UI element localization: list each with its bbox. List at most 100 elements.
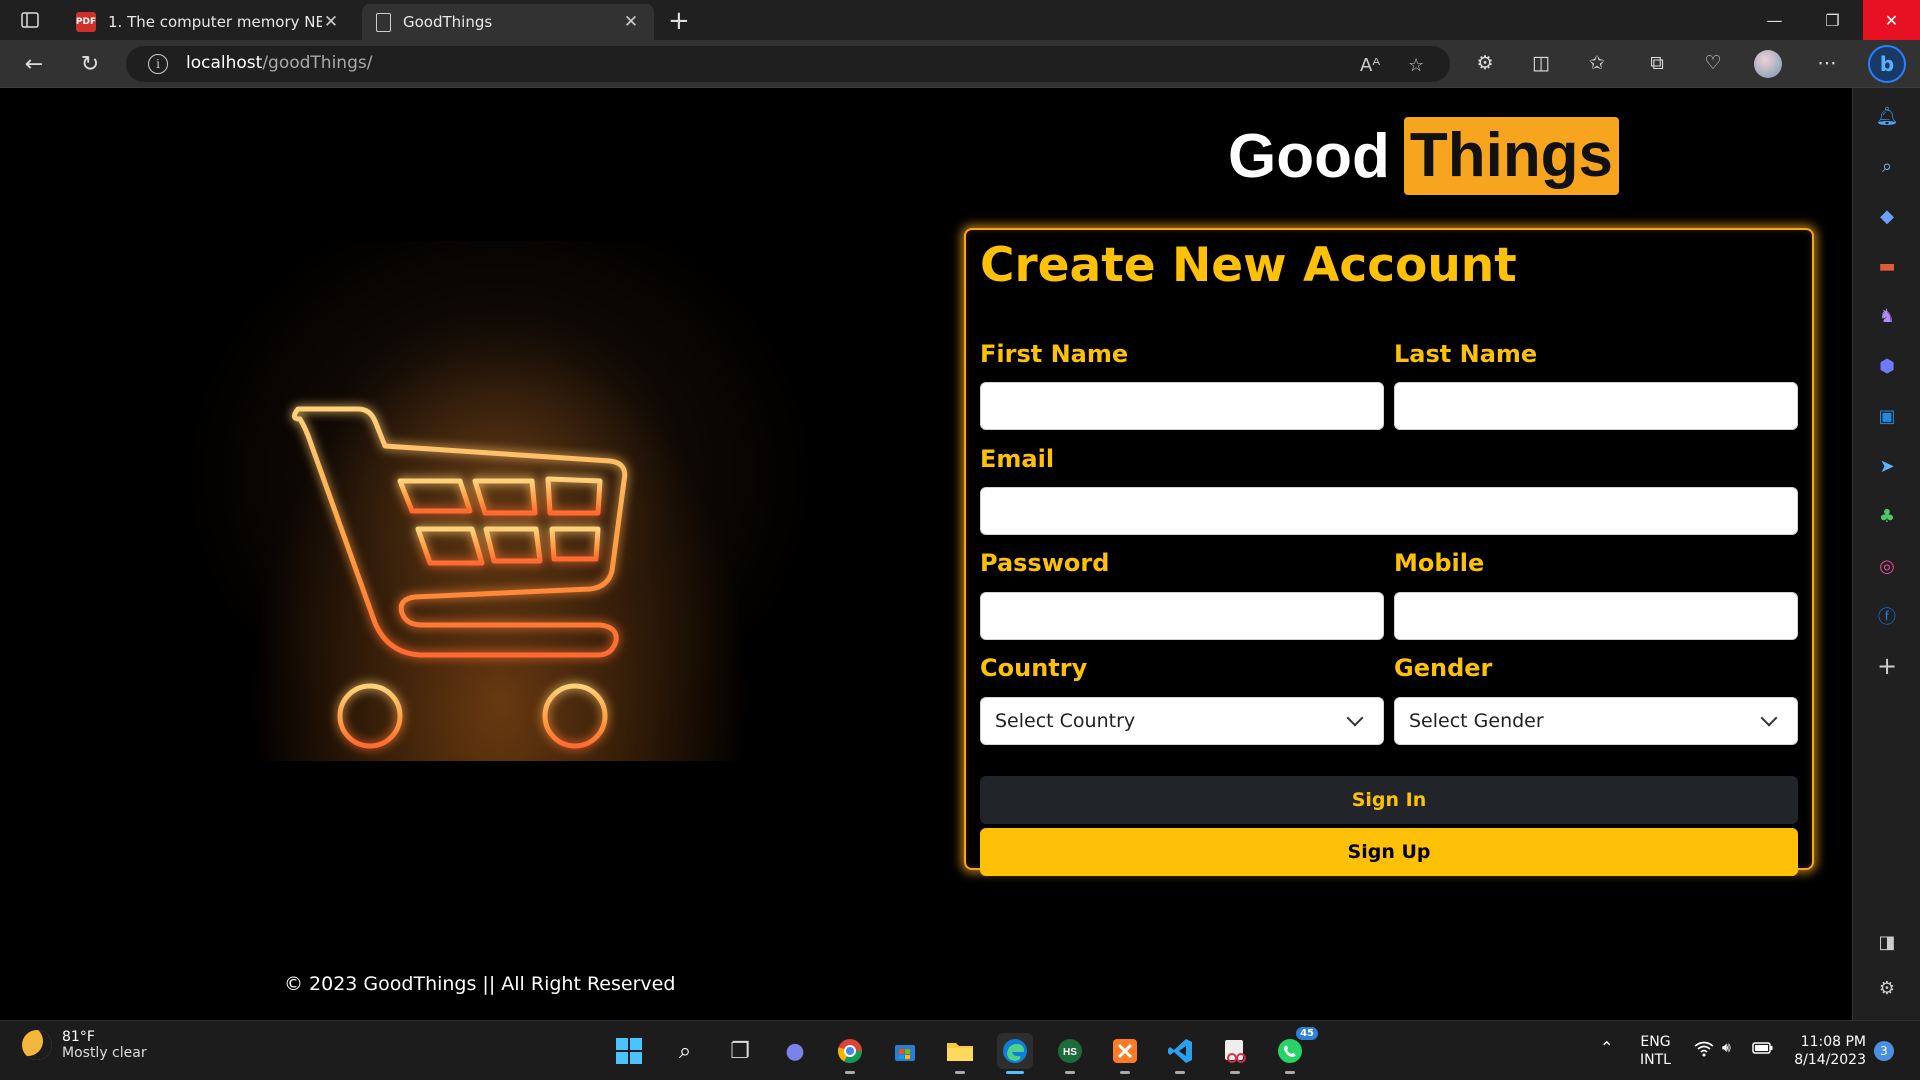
bing-copilot-icon[interactable]: b xyxy=(1868,45,1906,83)
email-label: Email xyxy=(980,445,1055,473)
close-tab-icon[interactable]: ✕ xyxy=(622,12,640,32)
sign-up-button[interactable]: Sign Up xyxy=(980,828,1798,876)
windows-start-icon[interactable] xyxy=(611,1033,647,1069)
show-hidden-icons-chevron-icon[interactable]: ⌃ xyxy=(1600,1039,1613,1057)
first-name-label: First Name xyxy=(980,340,1129,368)
password-label: Password xyxy=(980,549,1110,577)
outlook-icon[interactable]: ▣ xyxy=(1875,404,1899,428)
site-info-icon[interactable]: i xyxy=(148,54,168,74)
language-code: ENG xyxy=(1640,1034,1671,1050)
gender-select[interactable]: Select Gender xyxy=(1394,697,1798,745)
country-select-value: Select Country xyxy=(995,710,1136,732)
sign-in-button[interactable]: Sign In xyxy=(980,776,1798,824)
whatsapp-icon[interactable]: 45 xyxy=(1272,1027,1318,1074)
edge-sidebar: 🔔︎ ⌕ ◆ ▬ ♞ ⬢ ▣ ➤ ♣ ◎ ⓕ + ◨ ⚙ xyxy=(1852,88,1920,1020)
goodthings-logo: Good Things xyxy=(1228,117,1620,195)
hide-sidebar-icon[interactable]: ◨ xyxy=(1875,930,1899,954)
back-icon[interactable]: ← xyxy=(18,50,50,78)
hs-app-icon[interactable]: HS xyxy=(1052,1033,1088,1074)
split-screen-icon[interactable]: ◫ xyxy=(1528,52,1554,74)
mobile-label: Mobile xyxy=(1394,549,1485,577)
url-input[interactable]: i localhost/goodThings/ Aᴬ ☆ xyxy=(126,46,1450,82)
read-aloud-icon[interactable]: Aᴬ xyxy=(1360,55,1380,76)
file-explorer-icon[interactable] xyxy=(942,1033,978,1074)
battery-icon[interactable] xyxy=(1752,1041,1774,1060)
mobile-input[interactable] xyxy=(1394,592,1798,640)
logo-word-good: Good xyxy=(1228,121,1390,191)
shopping-cart-neon-image xyxy=(180,241,820,761)
page-content: Good Things Create New Account First Nam… xyxy=(0,89,1852,1020)
vscode-icon[interactable] xyxy=(1162,1033,1198,1074)
country-select[interactable]: Select Country xyxy=(980,697,1384,745)
moon-icon xyxy=(22,1030,52,1060)
tab-pdf[interactable]: PDF 1. The computer memory NEW.p ✕ xyxy=(62,4,354,40)
settings-gear-icon[interactable]: ⚙ xyxy=(1875,976,1899,1000)
whatsapp-unread-badge: 45 xyxy=(1296,1027,1318,1040)
volume-icon[interactable]: 🔊︎ xyxy=(1722,1039,1731,1057)
bell-icon[interactable]: 🔔︎ xyxy=(1875,104,1899,128)
restore-icon[interactable]: ❐ xyxy=(1804,0,1861,40)
weather-temp: 81°F xyxy=(62,1029,95,1045)
chevron-down-icon xyxy=(1346,709,1364,727)
favorites-icon[interactable]: ✩ xyxy=(1584,52,1610,74)
microsoft-store-icon[interactable] xyxy=(887,1033,923,1069)
password-input[interactable] xyxy=(980,592,1384,640)
language-indicator[interactable]: ENG INTL xyxy=(1640,1033,1671,1069)
drop-icon[interactable]: ➤ xyxy=(1875,454,1899,478)
teams-chat-icon[interactable]: ● xyxy=(777,1033,813,1069)
facebook-icon[interactable]: ⓕ xyxy=(1875,604,1899,628)
email-input[interactable] xyxy=(980,487,1798,535)
windows-taskbar: 81°F Mostly clear ⌕ ❐ ● HS 45 ⌃ ENG INTL… xyxy=(0,1020,1920,1080)
browser-essentials-icon[interactable]: ♡ xyxy=(1700,52,1726,74)
search-icon[interactable]: ⌕ xyxy=(1875,154,1899,178)
keyboard-layout: INTL xyxy=(1640,1052,1671,1068)
edge-icon[interactable] xyxy=(997,1033,1033,1074)
address-bar: ← ↻ i localhost/goodThings/ Aᴬ ☆ ⚙ ◫ ✩ ⧉… xyxy=(0,40,1920,88)
microsoft-365-icon[interactable]: ⬢ xyxy=(1875,354,1899,378)
shopping-cart-icon xyxy=(292,406,628,749)
instagram-icon[interactable]: ◎ xyxy=(1875,554,1899,578)
pdf-icon: PDF xyxy=(76,12,96,32)
tab-goodthings[interactable]: GoodThings ✕ xyxy=(362,4,654,40)
close-window-icon[interactable]: ✕ xyxy=(1863,0,1920,40)
add-sidebar-app-icon[interactable]: + xyxy=(1875,652,1899,680)
url-text: localhost/goodThings/ xyxy=(186,53,373,73)
last-name-label: Last Name xyxy=(1394,340,1538,368)
clock[interactable]: 11:08 PM 8/14/2023 xyxy=(1790,1033,1866,1069)
weather-widget[interactable]: 81°F Mostly clear xyxy=(22,1029,147,1061)
collections-icon[interactable]: ⧉ xyxy=(1644,52,1670,74)
gender-select-value: Select Gender xyxy=(1409,710,1544,732)
page-icon xyxy=(376,12,391,32)
search-icon[interactable]: ⌕ xyxy=(667,1033,703,1069)
tools-icon[interactable]: ▬ xyxy=(1875,254,1899,278)
snipping-tool-icon[interactable] xyxy=(1217,1033,1253,1074)
tab-label: GoodThings xyxy=(403,13,493,31)
profile-avatar[interactable] xyxy=(1754,50,1782,78)
wifi-icon[interactable] xyxy=(1694,1041,1714,1062)
refresh-icon[interactable]: ↻ xyxy=(74,50,106,78)
footer-copyright: © 2023 GoodThings || All Right Reserved xyxy=(284,973,676,995)
first-name-input[interactable] xyxy=(980,382,1384,430)
tab-label: 1. The computer memory NEW.p xyxy=(108,13,322,31)
new-tab-icon[interactable]: + xyxy=(668,6,690,36)
tab-actions-icon[interactable] xyxy=(14,8,46,32)
extensions-icon[interactable]: ⚙ xyxy=(1472,52,1498,74)
more-menu-icon[interactable]: ⋯ xyxy=(1814,52,1840,74)
shopping-tag-icon[interactable]: ◆ xyxy=(1875,204,1899,228)
last-name-input[interactable] xyxy=(1394,382,1798,430)
chrome-icon[interactable] xyxy=(832,1033,868,1074)
form-title: Create New Account xyxy=(980,238,1517,293)
create-account-form: Create New Account First Name Last Name … xyxy=(964,228,1814,876)
close-tab-icon[interactable]: ✕ xyxy=(322,12,340,32)
task-view-icon[interactable]: ❐ xyxy=(722,1033,758,1069)
tab-bar: PDF 1. The computer memory NEW.p ✕ GoodT… xyxy=(0,0,1920,40)
tree-icon[interactable]: ♣ xyxy=(1875,504,1899,528)
svg-text:HS: HS xyxy=(1063,1047,1077,1058)
games-icon[interactable]: ♞ xyxy=(1875,304,1899,328)
favorite-star-icon[interactable]: ☆ xyxy=(1408,55,1424,76)
chevron-down-icon xyxy=(1760,709,1778,727)
notification-count-badge[interactable]: 3 xyxy=(1874,1041,1894,1061)
xampp-icon[interactable] xyxy=(1107,1033,1143,1074)
minimize-icon[interactable]: — xyxy=(1746,0,1803,40)
clock-date: 8/14/2023 xyxy=(1794,1052,1866,1068)
